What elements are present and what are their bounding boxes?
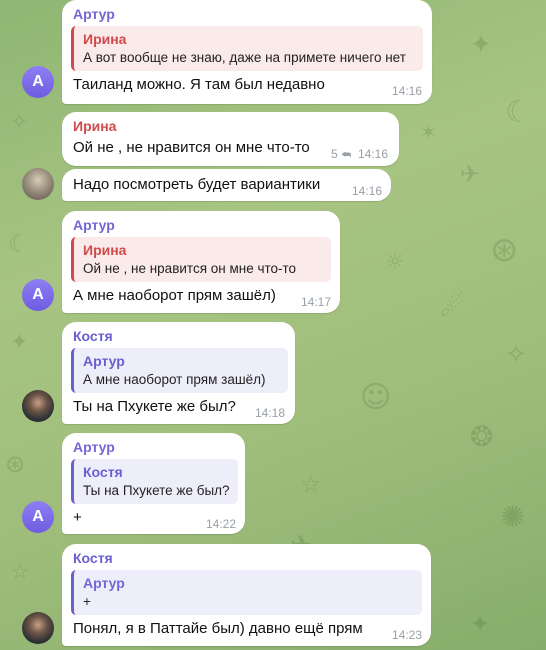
reply-text: Ой не , не нравится он мне что-то xyxy=(83,261,297,276)
message-bubble[interactable]: Ирина Ой не , не нравится он мне что-то … xyxy=(62,112,399,166)
user-photo-icon[interactable] xyxy=(22,168,54,200)
reply-sender-name: Артур xyxy=(83,353,125,369)
reply-sender-name: Артур xyxy=(83,575,125,591)
reply-preview[interactable]: Артур + xyxy=(71,570,422,615)
avatar-initial: А xyxy=(32,508,44,525)
reply-text: + xyxy=(83,594,91,609)
message-time: 14:18 xyxy=(255,406,286,420)
reply-preview[interactable]: Костя Ты на Пхукете же был? xyxy=(71,459,238,504)
message-time: 14:22 xyxy=(206,517,237,531)
reply-preview[interactable]: Ирина А вот вообще не знаю, даже на прим… xyxy=(71,26,423,71)
avatar-initial: А xyxy=(32,286,44,303)
reply-text: А мне наоборот прям зашёл) xyxy=(83,372,266,387)
message-bubble[interactable]: Надо посмотреть будет вариантики 14:16 xyxy=(62,169,391,201)
sender-name[interactable]: Артур xyxy=(73,439,115,455)
message-time: 14:16 xyxy=(392,84,423,98)
message-text: Ты на Пхукете же был? xyxy=(73,398,236,415)
sender-name[interactable]: Костя xyxy=(73,550,113,566)
user-photo-icon[interactable] xyxy=(22,612,54,644)
message-bubble[interactable]: Артур Ирина Ой не , не нравится он мне ч… xyxy=(62,211,340,313)
reply-arrow-icon: ⮪ xyxy=(341,148,352,161)
sender-name[interactable]: Ирина xyxy=(73,118,116,134)
avatar[interactable]: А xyxy=(22,279,54,311)
message-text: Таиланд можно. Я там был недавно xyxy=(73,76,325,93)
message-time: 14:16 xyxy=(352,184,383,198)
replies-count: 5 xyxy=(331,147,338,161)
sender-name[interactable]: Артур xyxy=(73,217,115,233)
reply-preview[interactable]: Артур А мне наоборот прям зашёл) xyxy=(71,348,288,393)
message-time: 14:23 xyxy=(392,628,423,642)
reply-text: Ты на Пхукете же был? xyxy=(83,483,230,498)
message-time: 14:16 xyxy=(358,147,389,161)
sender-name[interactable]: Костя xyxy=(73,328,113,344)
replies-counter[interactable]: 5 ⮪ xyxy=(331,147,351,162)
message-bubble[interactable]: Костя Артур А мне наоборот прям зашёл) Т… xyxy=(62,322,295,424)
avatar-initial: А xyxy=(32,73,44,90)
message-text: Ой не , не нравится он мне что-то xyxy=(73,139,310,156)
avatar[interactable]: А xyxy=(22,66,54,98)
user-photo-icon[interactable] xyxy=(22,390,54,422)
message-bubble[interactable]: Костя Артур + Понял, я в Паттайе был) да… xyxy=(62,544,431,646)
reply-sender-name: Костя xyxy=(83,464,123,480)
reply-preview[interactable]: Ирина Ой не , не нравится он мне что-то xyxy=(71,237,331,282)
reply-sender-name: Ирина xyxy=(83,31,127,47)
message-bubble[interactable]: Артур Костя Ты на Пхукете же был? + 14:2… xyxy=(62,433,245,534)
message-time: 14:17 xyxy=(301,295,332,309)
sender-name[interactable]: Артур xyxy=(73,6,115,22)
message-text: Понял, я в Паттайе был) давно ещё прям xyxy=(73,620,363,637)
reply-text: А вот вообще не знаю, даже на примете ни… xyxy=(83,50,406,65)
message-text: А мне наоборот прям зашёл) xyxy=(73,287,276,304)
message-bubble[interactable]: Артур Ирина А вот вообще не знаю, даже н… xyxy=(62,0,432,104)
message-text: + xyxy=(73,509,82,526)
message-text: Надо посмотреть будет вариантики xyxy=(73,176,321,193)
reply-sender-name: Ирина xyxy=(83,242,127,258)
avatar[interactable]: А xyxy=(22,501,54,533)
